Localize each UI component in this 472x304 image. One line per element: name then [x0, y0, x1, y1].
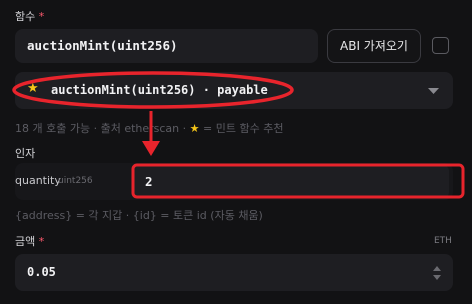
annotation-ellipse: [12, 71, 294, 109]
annotation-rectangle: [131, 163, 465, 199]
annotation-overlay: [12, 71, 465, 199]
annotation-arrow-head: [142, 141, 160, 156]
